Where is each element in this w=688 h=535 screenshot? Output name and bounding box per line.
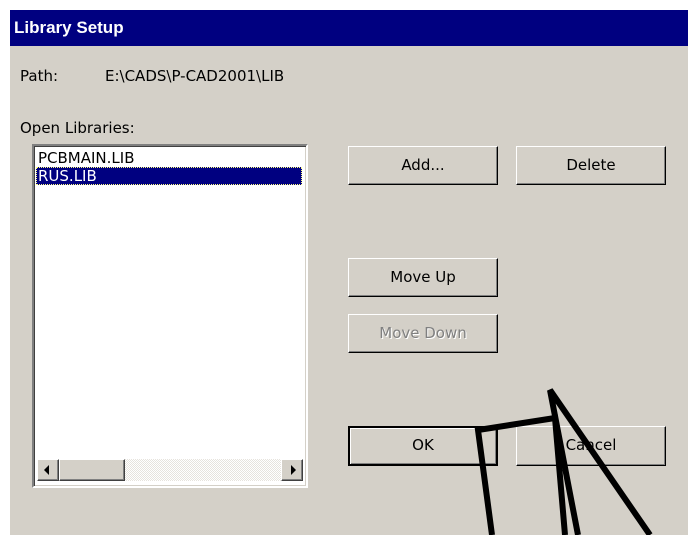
ok-button[interactable]: OK (348, 426, 498, 466)
library-list-item[interactable]: PCBMAIN.LIB (36, 149, 302, 167)
move-up-button[interactable]: Move Up (348, 258, 498, 297)
window-title: Library Setup (14, 18, 124, 37)
scroll-left-button[interactable] (37, 459, 59, 481)
title-bar[interactable]: Library Setup (10, 10, 688, 46)
delete-button[interactable]: Delete (516, 146, 666, 185)
library-setup-dialog: Library Setup Path: E:\CADS\P-CAD2001\LI… (10, 10, 688, 535)
cancel-button[interactable]: Cancel (516, 426, 666, 466)
add-button[interactable]: Add... (348, 146, 498, 185)
path-value: E:\CADS\P-CAD2001\LIB (105, 67, 285, 85)
scroll-left-arrow-icon (44, 465, 49, 475)
path-label: Path: (20, 67, 59, 85)
library-list-item-selected[interactable]: RUS.LIB (36, 167, 302, 185)
horizontal-scrollbar[interactable] (37, 459, 303, 481)
open-libraries-label: Open Libraries: (20, 119, 135, 137)
scroll-right-arrow-icon (291, 465, 296, 475)
open-libraries-listbox[interactable]: PCBMAIN.LIB RUS.LIB (32, 144, 308, 488)
scroll-right-button[interactable] (281, 459, 303, 481)
scrollbar-thumb[interactable] (59, 459, 125, 481)
move-down-button[interactable]: Move Down (348, 314, 498, 353)
